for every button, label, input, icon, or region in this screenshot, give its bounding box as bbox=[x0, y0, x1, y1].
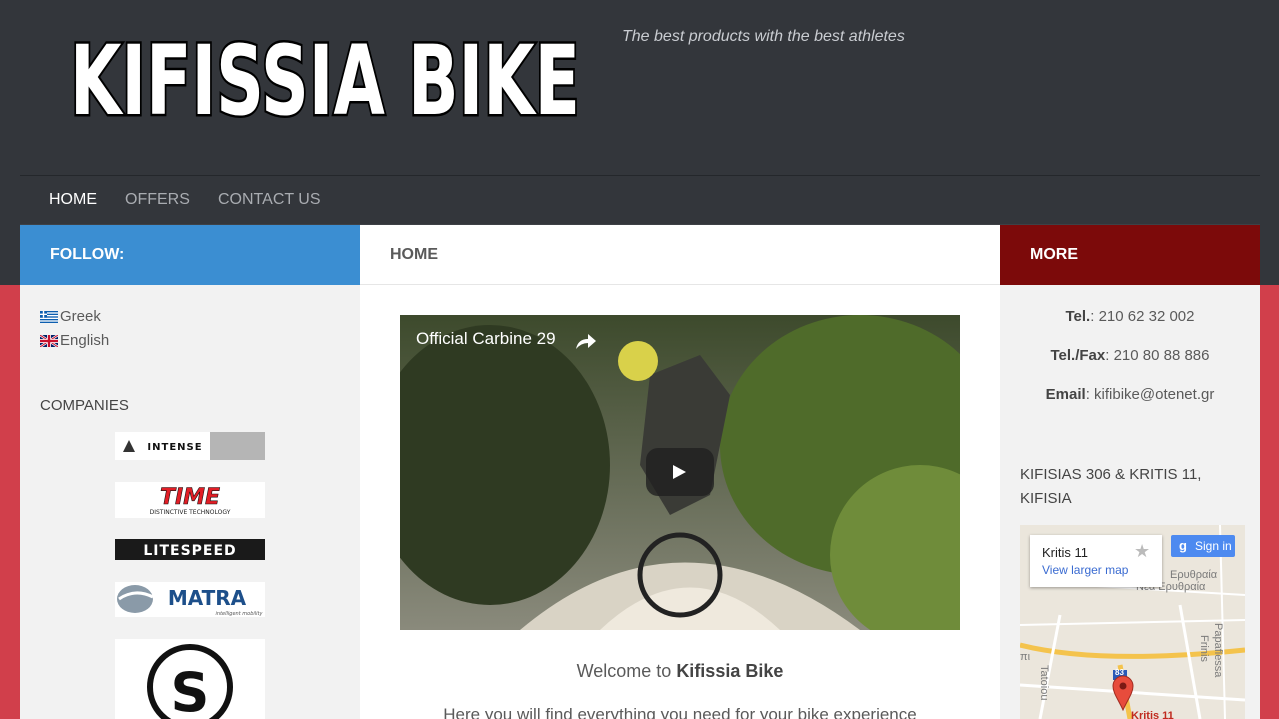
brand-time-subtext: DISTINCTIVE TECHNOLOGY bbox=[150, 509, 231, 516]
home-heading: HOME bbox=[360, 225, 1000, 285]
map-label-papaflessa: Papaflessa bbox=[1212, 623, 1224, 678]
play-icon bbox=[673, 465, 686, 479]
language-english-label: English bbox=[60, 332, 110, 349]
share-icon[interactable] bbox=[572, 329, 598, 355]
email-line: Email: kifibike@otenet.gr bbox=[1000, 386, 1260, 403]
language-greek[interactable]: Greek bbox=[40, 308, 101, 325]
greek-flag-icon bbox=[40, 310, 58, 323]
welcome-text: Welcome to Kifissia Bike bbox=[360, 661, 1000, 682]
map-pin-icon[interactable] bbox=[1112, 675, 1134, 711]
email-label: Email bbox=[1045, 386, 1086, 403]
brand-time-logo[interactable]: TIME DISTINCTIVE TECHNOLOGY bbox=[115, 482, 265, 518]
map-place-name: Kritis 11 bbox=[1042, 545, 1088, 560]
video-player[interactable]: Official Carbine 29 bbox=[400, 315, 960, 630]
play-button[interactable] bbox=[646, 448, 714, 496]
brand-intense-text: INTENSE bbox=[147, 442, 202, 453]
logo-text: KIFISSIA BIKE bbox=[70, 25, 580, 128]
brand-matra-subtext: intelligent mobility bbox=[216, 611, 264, 617]
brand-matra-logo[interactable]: MATRA intelligent mobility bbox=[115, 582, 265, 617]
fax-label: Tel./Fax bbox=[1050, 347, 1106, 364]
map-label-pi: πι bbox=[1020, 651, 1031, 663]
language-english[interactable]: English bbox=[40, 332, 109, 349]
brand-time-text: TIME bbox=[160, 485, 220, 510]
main-navigation: HOME OFFERS CONTACT US bbox=[20, 175, 1260, 225]
fax-line: Tel./Fax: 210 80 88 886 bbox=[1000, 347, 1260, 364]
view-larger-map-link[interactable]: View larger map bbox=[1042, 563, 1128, 577]
map-label-erythraia: Ερυθραία bbox=[1170, 569, 1218, 581]
map-sign-in-button[interactable]: g Sign in bbox=[1171, 535, 1235, 557]
map-label-frinis: Frinis bbox=[1198, 635, 1210, 662]
nav-offers[interactable]: OFFERS bbox=[125, 191, 190, 209]
companies-heading: COMPANIES bbox=[40, 397, 129, 414]
phone-label: Tel. bbox=[1065, 308, 1091, 325]
welcome-prefix: Welcome to bbox=[576, 661, 677, 681]
language-greek-label: Greek bbox=[60, 308, 101, 325]
follow-heading: FOLLOW: bbox=[20, 225, 360, 285]
map-pin-label: Kritis 11 bbox=[1131, 710, 1174, 719]
brand-litespeed-logo[interactable]: LITESPEED bbox=[115, 539, 265, 560]
site-tagline: The best products with the best athletes bbox=[622, 28, 905, 45]
uk-flag-icon bbox=[40, 334, 58, 347]
fax-value: : 210 80 88 886 bbox=[1105, 347, 1210, 364]
map-info-card: Kritis 11 ★ View larger map bbox=[1030, 535, 1162, 587]
site-logo[interactable]: KIFISSIA BIKE bbox=[62, 16, 588, 128]
phone-value: : 210 62 32 002 bbox=[1090, 308, 1195, 325]
google-plus-icon: g bbox=[1179, 538, 1187, 553]
welcome-brand: Kifissia Bike bbox=[676, 661, 784, 681]
star-icon[interactable]: ★ bbox=[1134, 541, 1150, 562]
brand-s-logo[interactable]: S bbox=[115, 639, 265, 719]
brand-s-text: S bbox=[171, 661, 210, 719]
brand-intense-logo[interactable]: INTENSE bbox=[115, 432, 265, 460]
brand-litespeed-text: LITESPEED bbox=[143, 543, 236, 559]
intro-text: Here you will find everything you need f… bbox=[443, 705, 917, 719]
map-label-tatoiou: Tatoiou bbox=[1038, 665, 1050, 701]
more-heading: MORE bbox=[1000, 225, 1260, 285]
nav-home[interactable]: HOME bbox=[49, 191, 97, 209]
nav-contact-us[interactable]: CONTACT US bbox=[218, 191, 321, 209]
video-title[interactable]: Official Carbine 29 bbox=[416, 329, 556, 349]
map-sign-in-label: Sign in bbox=[1195, 539, 1232, 553]
store-address: KIFISIAS 306 & KRITIS 11, KIFISIA bbox=[1020, 466, 1202, 507]
right-sidebar: MORE Tel.: 210 62 32 002 Tel./Fax: 210 8… bbox=[1000, 225, 1260, 719]
main-content: HOME Official Carbine 29 Welcome to Kifi… bbox=[360, 225, 1000, 719]
email-value[interactable]: : kifibike@otenet.gr bbox=[1086, 386, 1215, 403]
left-sidebar: FOLLOW: Greek English COMPANIES INTENSE … bbox=[20, 225, 360, 719]
brand-matra-text: MATRA bbox=[168, 586, 247, 610]
location-map[interactable]: Ερυθραία Νέα Ερυθραία Frinis Papaflessa … bbox=[1020, 525, 1245, 719]
phone-line: Tel.: 210 62 32 002 bbox=[1000, 308, 1260, 325]
